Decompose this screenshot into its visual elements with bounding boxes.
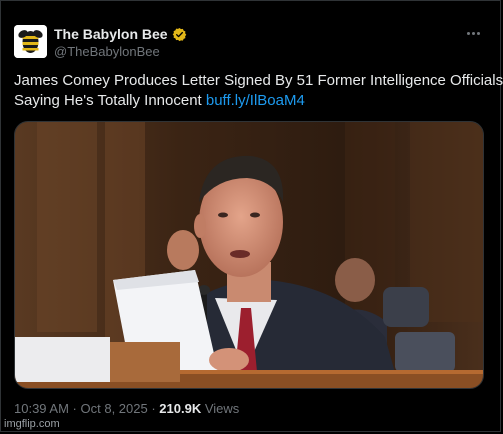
tweet-text-line-2: Saying He's Totally Innocent buff.ly/IlB… [14, 91, 494, 111]
name-row: The Babylon Bee [54, 25, 187, 43]
tweet-card: The Babylon Bee @TheBabylonBee James Com… [0, 0, 503, 432]
verified-badge-icon[interactable] [172, 27, 187, 42]
tweet-text-line-1: James Comey Produces Letter Signed By 51… [14, 72, 503, 89]
tweet-meta: 10:39 AM · Oct 8, 2025 · 210.9K Views [14, 401, 239, 416]
display-name[interactable]: The Babylon Bee [54, 26, 168, 42]
more-options-button[interactable] [464, 25, 482, 41]
account-handle[interactable]: @TheBabylonBee [54, 44, 160, 59]
views-label: Views [201, 401, 240, 416]
tweet-date[interactable]: Oct 8, 2025 [81, 401, 148, 416]
bee-logo-icon [14, 25, 47, 58]
meta-separator: · [68, 401, 81, 416]
imgflip-watermark: imgflip.com [4, 418, 60, 430]
tweet-time[interactable]: 10:39 AM [14, 401, 69, 416]
tweet-text-line-2-body: Saying He's Totally Innocent [14, 92, 202, 109]
tweet-link[interactable]: buff.ly/IlBoaM4 [206, 92, 305, 109]
avatar[interactable] [14, 25, 47, 58]
tweet-media-photo[interactable] [14, 121, 484, 389]
more-dot-icon [466, 31, 470, 35]
photo-image [15, 122, 483, 388]
views-count[interactable]: 210.9K [159, 401, 201, 416]
tweet-text: James Comey Produces Letter Signed By 51… [14, 71, 503, 111]
more-dot-icon [471, 31, 475, 35]
meta-separator: · [147, 401, 160, 416]
more-dot-icon [476, 31, 480, 35]
